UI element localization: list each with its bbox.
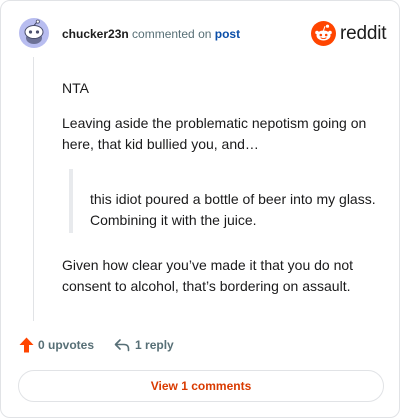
reddit-wordmark: reddit bbox=[340, 22, 387, 44]
upvote-count: 0 upvotes bbox=[38, 338, 95, 352]
reply-button[interactable]: 1 reply bbox=[114, 338, 174, 352]
comment-paragraph: Leaving aside the problematic nepotism g… bbox=[62, 115, 367, 152]
snoo-avatar-icon bbox=[19, 18, 49, 48]
reddit-logo[interactable]: reddit bbox=[311, 21, 387, 46]
comment-card: chucker23n commented on post reddit NTA … bbox=[0, 0, 400, 418]
reply-arrow-icon bbox=[114, 339, 130, 352]
blockquote-bar bbox=[69, 169, 73, 233]
blockquote-text: this idiot poured a bottle of beer into … bbox=[90, 191, 376, 228]
upvote-button[interactable]: 0 upvotes bbox=[19, 337, 94, 353]
comment-action-text: commented on bbox=[128, 27, 215, 41]
arrow-up-icon bbox=[19, 337, 34, 353]
comment-paragraph: NTA bbox=[62, 80, 89, 96]
comment-paragraph: Given how clear you’ve made it that you … bbox=[62, 257, 354, 294]
author-username[interactable]: chucker23n bbox=[62, 27, 129, 41]
view-comments-button[interactable]: View 1 comments bbox=[18, 370, 384, 402]
post-link[interactable]: post bbox=[215, 27, 240, 41]
reddit-snoo-icon bbox=[311, 21, 336, 46]
avatar[interactable] bbox=[19, 18, 49, 48]
thread-line bbox=[33, 57, 34, 321]
comment-meta: chucker23n commented on post bbox=[62, 27, 240, 42]
reply-count: 1 reply bbox=[135, 338, 174, 352]
comment-actions: 0 upvotes 1 reply bbox=[19, 336, 174, 354]
